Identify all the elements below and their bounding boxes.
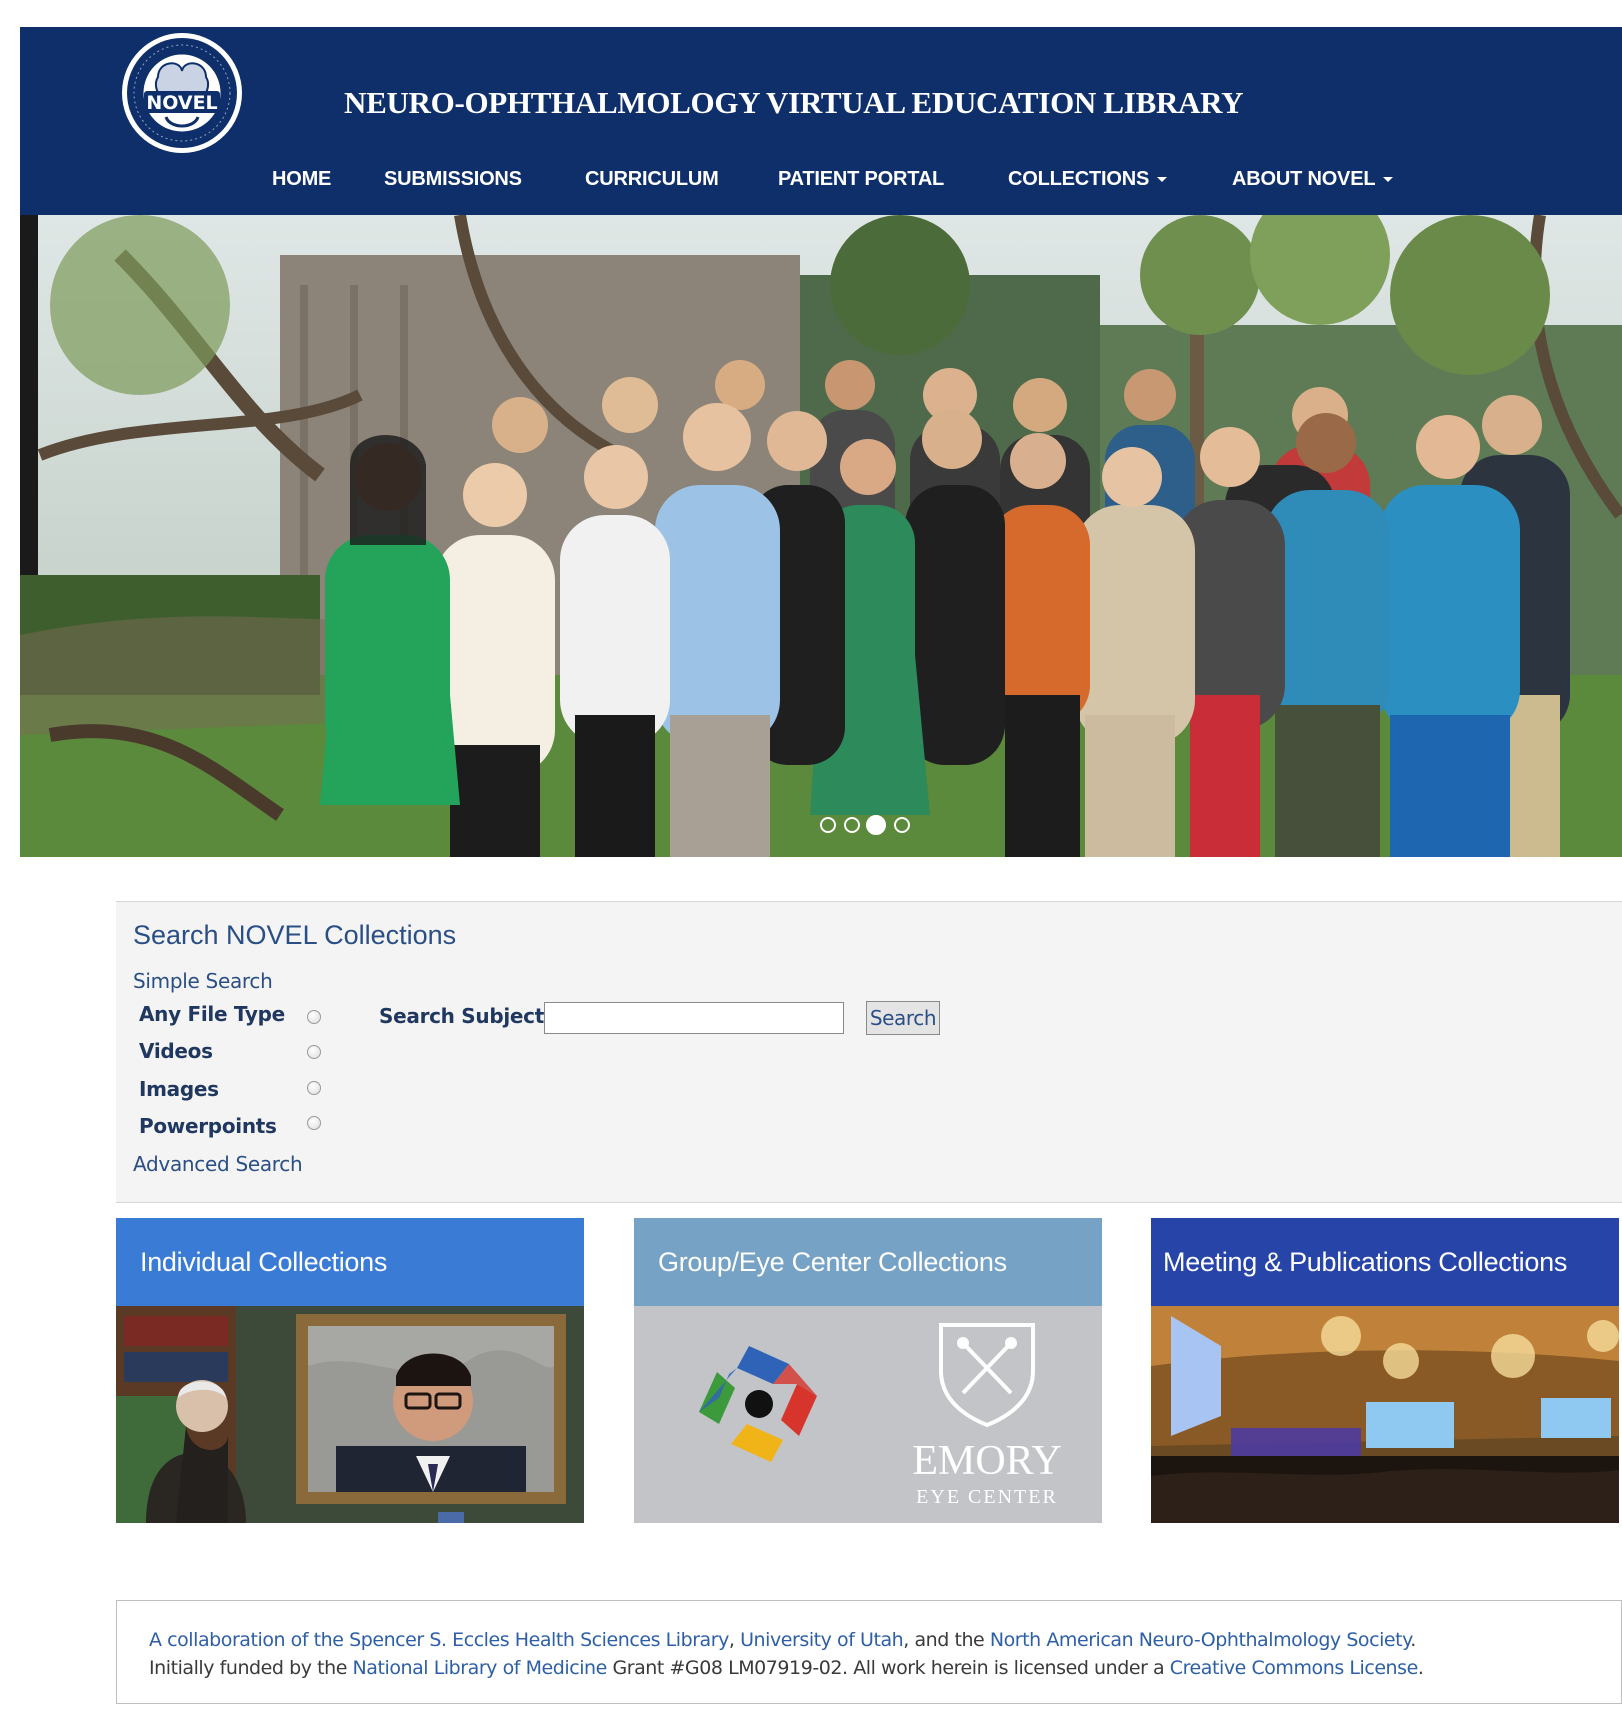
search-subject-input[interactable] — [544, 1002, 844, 1034]
footer-text: , — [728, 1629, 741, 1651]
search-panel: Search NOVEL Collections Simple Search A… — [116, 901, 1622, 1203]
type-label-videos: Videos — [139, 1039, 213, 1063]
nav-home[interactable]: HOME — [272, 161, 331, 197]
svg-text:NOVEL: NOVEL — [146, 92, 217, 114]
nav-collections[interactable]: COLLECTIONS — [1008, 161, 1168, 197]
radio-powerpoints[interactable] — [307, 1116, 321, 1130]
site-title: NEURO-OPHTHALMOLOGY VIRTUAL EDUCATION LI… — [344, 85, 1244, 120]
footer-text: Initially funded by the — [149, 1657, 353, 1679]
radio-images[interactable] — [307, 1081, 321, 1095]
link-nanos[interactable]: North American Neuro-Ophthalmology Socie… — [990, 1629, 1411, 1651]
footer-line-1: A collaboration of the Spencer S. Eccles… — [149, 1629, 1416, 1651]
carousel-dot-4[interactable] — [894, 817, 910, 833]
card-individual-collections[interactable]: Individual Collections — [116, 1218, 584, 1523]
hero-carousel[interactable] — [20, 215, 1622, 857]
site-header: NOVEL NEURO-OPHTHALMOLOGY VIRTUAL EDUCAT… — [20, 27, 1622, 215]
carousel-dot-1[interactable] — [820, 817, 836, 833]
footer-text: Grant #G08 LM07919-02. All work herein i… — [606, 1657, 1170, 1679]
footer-text: . — [1417, 1657, 1424, 1679]
group-collections-image: EMORY EYE CENTER — [634, 1306, 1102, 1523]
card-group-collections[interactable]: Group/Eye Center Collections EMORY EYE C… — [634, 1218, 1102, 1523]
eye-center-wordmark: EYE CENTER — [916, 1486, 1058, 1508]
link-eccles-library[interactable]: Spencer S. Eccles Health Sciences Librar… — [349, 1629, 729, 1651]
search-subject-label: Search Subject — [379, 1004, 544, 1028]
footer-text: . — [1410, 1629, 1416, 1651]
radio-videos[interactable] — [307, 1045, 321, 1059]
footer-credits: A collaboration of the Spencer S. Eccles… — [116, 1600, 1622, 1704]
individual-collections-image — [116, 1306, 584, 1523]
search-heading: Search NOVEL Collections — [133, 920, 457, 950]
nav-submissions[interactable]: SUBMISSIONS — [384, 161, 522, 197]
main-nav: HOME SUBMISSIONS CURRICULUM PATIENT PORT… — [20, 161, 1622, 197]
simple-search-link[interactable]: Simple Search — [133, 969, 273, 993]
nav-about[interactable]: ABOUT NOVEL — [1232, 161, 1394, 197]
type-label-any: Any File Type — [139, 1002, 285, 1026]
footer-line-2: Initially funded by the National Library… — [149, 1657, 1424, 1679]
carousel-indicators — [820, 815, 930, 835]
novel-logo[interactable]: NOVEL — [118, 31, 246, 155]
link-creative-commons-license[interactable]: Creative Commons License — [1170, 1657, 1418, 1679]
card-title: Meeting & Publications Collections — [1151, 1218, 1619, 1306]
search-button[interactable]: Search — [866, 1001, 940, 1035]
group-photo — [20, 215, 1622, 857]
meeting-publications-image — [1151, 1306, 1619, 1523]
footer-text: , and the — [903, 1629, 990, 1651]
chevron-down-icon — [1383, 177, 1394, 183]
card-title: Individual Collections — [116, 1218, 584, 1306]
advanced-search-link[interactable]: Advanced Search — [133, 1152, 303, 1176]
card-meeting-publications-collections[interactable]: Meeting & Publications Collections — [1151, 1218, 1619, 1523]
card-title: Group/Eye Center Collections — [634, 1218, 1102, 1306]
carousel-dot-3-active[interactable] — [866, 815, 886, 835]
link-national-library-of-medicine[interactable]: National Library of Medicine — [353, 1657, 608, 1679]
nav-collections-label: COLLECTIONS — [1008, 168, 1150, 190]
chevron-down-icon — [1157, 177, 1168, 183]
footer-collaboration-link[interactable]: A collaboration of the — [149, 1629, 349, 1651]
type-label-powerpoints: Powerpoints — [139, 1114, 277, 1138]
radio-any-file-type[interactable] — [307, 1010, 321, 1024]
carousel-dot-2[interactable] — [844, 817, 860, 833]
nav-curriculum[interactable]: CURRICULUM — [585, 161, 719, 197]
emory-wordmark: EMORY — [912, 1438, 1061, 1484]
link-university-of-utah[interactable]: University of Utah — [740, 1629, 904, 1651]
type-label-images: Images — [139, 1077, 219, 1101]
nav-about-label: ABOUT NOVEL — [1232, 168, 1376, 190]
nav-patient-portal[interactable]: PATIENT PORTAL — [778, 161, 944, 197]
